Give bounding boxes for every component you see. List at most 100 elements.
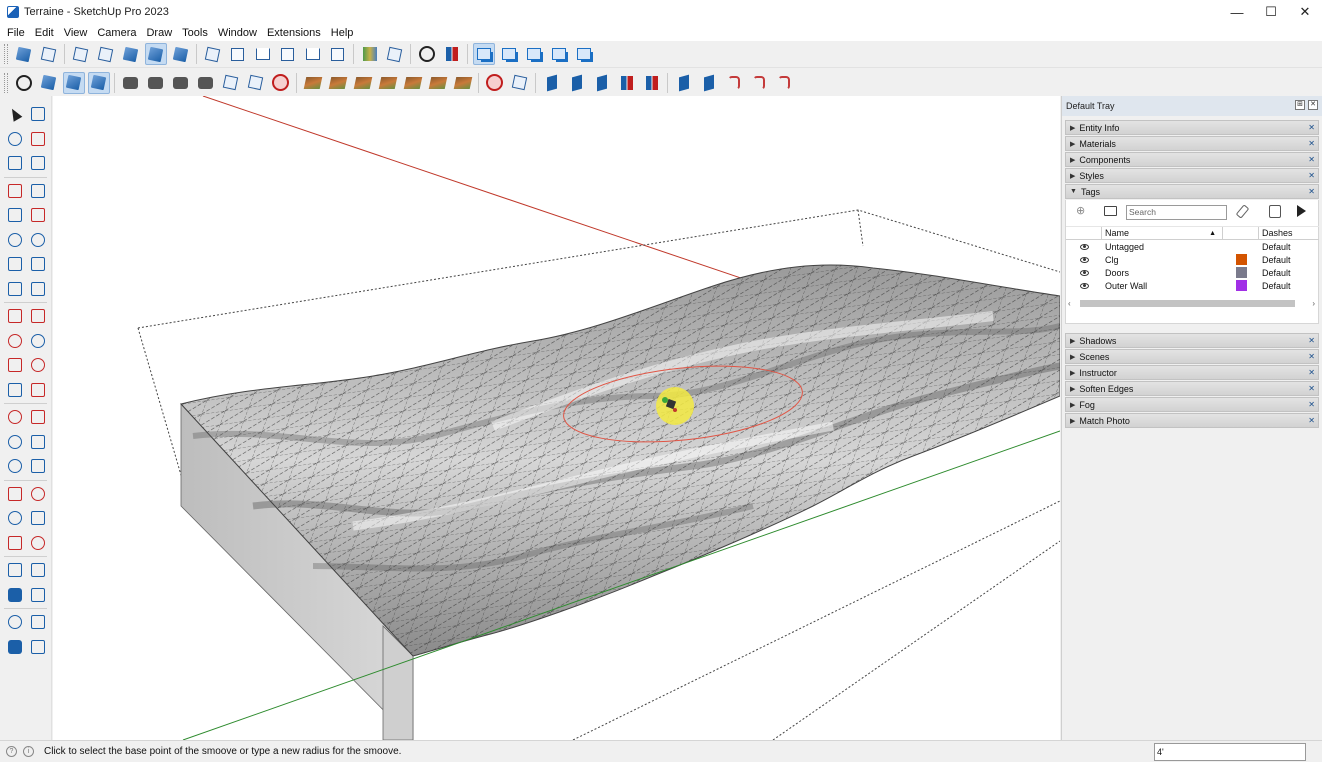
dimension-tool[interactable]	[28, 406, 50, 428]
details-arrow-icon[interactable]	[1297, 205, 1306, 217]
credits-icon[interactable]: i	[23, 746, 34, 757]
panel-materials[interactable]: ▶ Materials ✕	[1065, 136, 1319, 151]
modeling-viewport[interactable]	[53, 96, 1060, 740]
menu-view[interactable]: View	[59, 27, 93, 39]
rotated-rectangle-tool[interactable]	[28, 204, 50, 226]
protractor-tool[interactable]	[4, 431, 26, 453]
undo-red-button[interactable]	[748, 72, 770, 94]
add-location-button[interactable]	[359, 43, 381, 65]
add-detail-button[interactable]	[427, 72, 449, 94]
paint-bucket-tool[interactable]	[4, 128, 26, 150]
stamp-button[interactable]	[377, 72, 399, 94]
scroll-left-icon[interactable]: ‹	[1068, 299, 1071, 308]
geolocation-icon[interactable]: ?	[6, 746, 17, 757]
make-component-tool[interactable]	[4, 152, 26, 174]
scale-tool[interactable]	[4, 354, 26, 376]
arc-tool[interactable]	[4, 253, 26, 275]
panel-entity-info[interactable]: ▶ Entity Info ✕	[1065, 120, 1319, 135]
tag-row[interactable]: Outer Wall Default	[1066, 279, 1319, 292]
warehouse-button[interactable]	[484, 72, 506, 94]
scene-settings-button[interactable]	[220, 72, 242, 94]
3d-text-tool[interactable]	[28, 455, 50, 477]
top-view-button[interactable]	[227, 43, 249, 65]
menu-tools[interactable]: Tools	[177, 27, 213, 39]
display-section-planes-button[interactable]	[38, 72, 60, 94]
panel-styles[interactable]: ▶ Styles ✕	[1065, 168, 1319, 183]
front-view-button[interactable]	[252, 43, 274, 65]
add-tag-folder-icon[interactable]	[1104, 206, 1117, 216]
flip-tool[interactable]	[28, 379, 50, 401]
panel-close-icon[interactable]: ✕	[1308, 416, 1315, 425]
sandbox-scratch-tool[interactable]	[28, 611, 50, 633]
menu-help[interactable]: Help	[326, 27, 359, 39]
union-button[interactable]	[523, 43, 545, 65]
flag-button[interactable]	[773, 72, 795, 94]
text-tool[interactable]	[28, 431, 50, 453]
scroll-right-icon[interactable]: ›	[1312, 299, 1315, 308]
move-to-button[interactable]	[541, 72, 563, 94]
from-scratch-button[interactable]	[327, 72, 349, 94]
tags-horizontal-scrollbar[interactable]: ‹ ›	[1068, 297, 1317, 309]
tag-row[interactable]: Untagged Default	[1066, 240, 1319, 253]
panel-components[interactable]: ▶ Components ✕	[1065, 152, 1319, 167]
panel-match-photo[interactable]: ▶ Match Photo ✕	[1065, 413, 1319, 428]
reset-button[interactable]	[566, 72, 588, 94]
panel-shadows[interactable]: ▶ Shadows ✕	[1065, 333, 1319, 348]
menu-draw[interactable]: Draw	[141, 27, 177, 39]
push-pull-tool[interactable]	[28, 305, 50, 327]
redo-blue-button[interactable]	[723, 72, 745, 94]
color-by-tag-icon[interactable]	[1269, 205, 1281, 218]
next-scene-button[interactable]	[195, 72, 217, 94]
panel-close-icon[interactable]: ✕	[1308, 123, 1315, 132]
tags-search-input[interactable]: Search	[1126, 205, 1227, 220]
move-tool[interactable]	[4, 305, 26, 327]
panel-fog[interactable]: ▶ Fog ✕	[1065, 397, 1319, 412]
align-button[interactable]	[591, 72, 613, 94]
axes-tool[interactable]	[4, 379, 26, 401]
tag-row[interactable]: Clg Default	[1066, 253, 1319, 266]
toggle-terrain-button[interactable]	[384, 43, 406, 65]
panel-close-icon[interactable]: ✕	[1308, 171, 1315, 180]
tag-color-swatch[interactable]	[1235, 254, 1247, 265]
offset-tool[interactable]	[28, 354, 50, 376]
display-section-cuts-button[interactable]	[62, 71, 85, 94]
trim-button[interactable]	[573, 43, 595, 65]
menu-extensions[interactable]: Extensions	[262, 27, 326, 39]
scrollbar-thumb[interactable]	[1080, 300, 1295, 307]
eraser-tool[interactable]	[28, 128, 50, 150]
from-contours-button[interactable]	[302, 72, 324, 94]
position-camera-view-tool[interactable]	[28, 584, 50, 606]
solar-north-button[interactable]	[441, 43, 463, 65]
menu-edit[interactable]: Edit	[30, 27, 59, 39]
column-name[interactable]: Name ▲	[1102, 227, 1223, 239]
up-down-button[interactable]	[616, 72, 638, 94]
scene-delete-button[interactable]	[270, 72, 292, 94]
sandbox-stamp-tool[interactable]	[4, 636, 26, 658]
tag-color-swatch[interactable]	[1235, 280, 1247, 291]
three-point-arc-tool[interactable]	[4, 278, 26, 300]
section-plane-button[interactable]	[13, 72, 35, 94]
shaded-textures-button[interactable]	[144, 43, 167, 65]
zoom-window-tool[interactable]	[28, 507, 50, 529]
back-view-button[interactable]	[302, 43, 324, 65]
maximize-button[interactable]: ☐	[1254, 0, 1288, 24]
previous-scene-button[interactable]	[170, 72, 192, 94]
axes-button[interactable]	[416, 43, 438, 65]
panel-close-icon[interactable]: ✕	[1308, 384, 1315, 393]
zoom-tool[interactable]	[4, 507, 26, 529]
wireframe-button[interactable]	[70, 43, 92, 65]
tray-pin-button[interactable]: ⊞	[1295, 100, 1305, 110]
close-button[interactable]: ✕	[1288, 0, 1322, 24]
panel-close-icon[interactable]: ✕	[1308, 400, 1315, 409]
toolbar-grip[interactable]	[4, 44, 8, 64]
add-tag-icon[interactable]: ⊕	[1076, 205, 1088, 217]
panel-scenes[interactable]: ▶ Scenes ✕	[1065, 349, 1319, 364]
panel-close-icon[interactable]: ✕	[1308, 336, 1315, 345]
subtract-button[interactable]	[548, 43, 570, 65]
hidden-line-button[interactable]	[95, 43, 117, 65]
follow-me-tool[interactable]	[28, 330, 50, 352]
panel-instructor[interactable]: ▶ Instructor ✕	[1065, 365, 1319, 380]
line-tool[interactable]	[4, 180, 26, 202]
sandbox-contours-tool[interactable]	[4, 611, 26, 633]
iso-view-button[interactable]	[202, 43, 224, 65]
